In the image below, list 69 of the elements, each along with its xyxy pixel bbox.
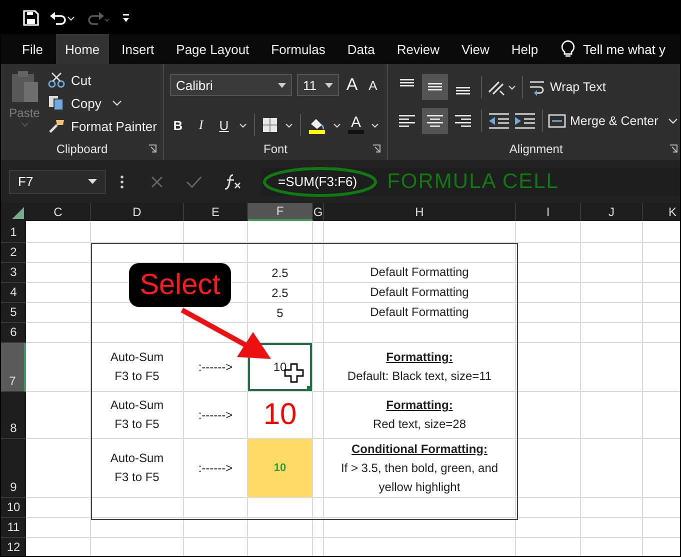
note-text: Default Formatting	[370, 304, 469, 321]
row-header[interactable]: 6	[1, 323, 26, 343]
callout-label: Select	[129, 263, 231, 307]
note-text: Default Formatting	[370, 264, 469, 281]
table-cell[interactable]: 2.5	[248, 283, 313, 303]
table-cell: :------>	[184, 392, 248, 439]
note-heading: Formatting:	[386, 397, 453, 414]
column-header[interactable]: H	[324, 203, 516, 221]
annotation-label: FORMULA CELL	[387, 170, 559, 194]
row-header[interactable]: 7	[1, 343, 26, 392]
format-button[interactable]: B	[170, 118, 186, 132]
name-box[interactable]: F7	[9, 170, 106, 194]
column-header[interactable]: E	[184, 203, 248, 221]
wrap-text-button[interactable]: Wrap Text	[528, 77, 606, 97]
note-text: Red text, size=28	[372, 416, 466, 433]
merge-center-button[interactable]: Merge & Center	[548, 111, 678, 131]
column-header[interactable]: G	[313, 203, 324, 221]
note-text: Default Formatting	[370, 284, 469, 301]
group-label: Font	[263, 142, 288, 156]
column-header[interactable]: D	[91, 203, 184, 221]
note-heading: Conditional Formatting:	[352, 440, 488, 458]
row-header[interactable]: 3	[1, 263, 26, 283]
table-cell: Auto-Sum F3 to F5	[91, 392, 184, 439]
group-label: Alignment	[509, 142, 563, 156]
row-header[interactable]: 8	[1, 392, 26, 439]
formula-text: =SUM(F3:F6)	[278, 174, 358, 189]
ribbon-tab[interactable]: Data	[338, 34, 384, 64]
note-text: Default: Black text, size=11	[347, 368, 492, 385]
ribbon-tab[interactable]: Formulas	[262, 34, 334, 64]
column-header[interactable]: I	[516, 203, 581, 221]
font-size-dropdown[interactable]: 11	[297, 74, 339, 96]
format-button[interactable]: U	[216, 118, 232, 132]
cut-button[interactable]: Cut	[48, 70, 157, 90]
column-header[interactable]: C	[26, 203, 91, 221]
column-header[interactable]: K	[643, 203, 680, 221]
row-header[interactable]: 12	[1, 538, 26, 556]
row-header[interactable]: 9	[1, 439, 26, 498]
ribbon-tab[interactable]: Insert	[112, 34, 164, 64]
ribbon-tab[interactable]: Review	[388, 34, 448, 64]
note-heading: Formatting:	[386, 349, 453, 366]
font-name-dropdown[interactable]: Calibri	[170, 74, 292, 96]
font-color-button[interactable]: A	[348, 116, 364, 134]
ribbon-tab[interactable]: Home	[56, 34, 109, 64]
row-header[interactable]: 11	[1, 518, 26, 538]
format-button[interactable]: I	[193, 117, 209, 133]
row-header[interactable]: 10	[1, 498, 26, 518]
column-header[interactable]: F	[248, 203, 313, 221]
table-cell[interactable]: 10	[248, 343, 313, 392]
table-cell: Auto-Sum F3 to F5	[91, 343, 184, 392]
group-label: Clipboard	[56, 142, 108, 156]
table-cell[interactable]: 2.5	[248, 263, 313, 283]
row-header[interactable]: 5	[1, 303, 26, 323]
row-header[interactable]: 4	[1, 283, 26, 303]
copy-button[interactable]: Copy	[48, 93, 157, 113]
increase-font-size-button[interactable]: A	[344, 75, 360, 95]
row-header[interactable]: 1	[1, 221, 26, 243]
decrease-font-size-button[interactable]: A	[365, 78, 381, 92]
ribbon-tab[interactable]: Page Layout	[167, 34, 258, 64]
formula-field[interactable]: =SUM(F3:F6) FORMULA CELL	[262, 168, 680, 196]
column-header[interactable]: J	[581, 203, 643, 221]
format-painter-button[interactable]: Format Painter	[48, 116, 157, 136]
ribbon-tab[interactable]: View	[452, 34, 498, 64]
table-cell: Auto-Sum F3 to F5	[91, 439, 184, 498]
ribbon-tab[interactable]: Help	[502, 34, 548, 64]
note-text: If > 3.5, then bold, green, and yellow highlight	[340, 460, 500, 496]
tell-me-search[interactable]: Tell me what y	[583, 34, 666, 64]
table-cell[interactable]: 5	[248, 303, 313, 323]
ribbon-tab[interactable]: File	[13, 34, 52, 64]
row-header[interactable]: 2	[1, 243, 26, 263]
